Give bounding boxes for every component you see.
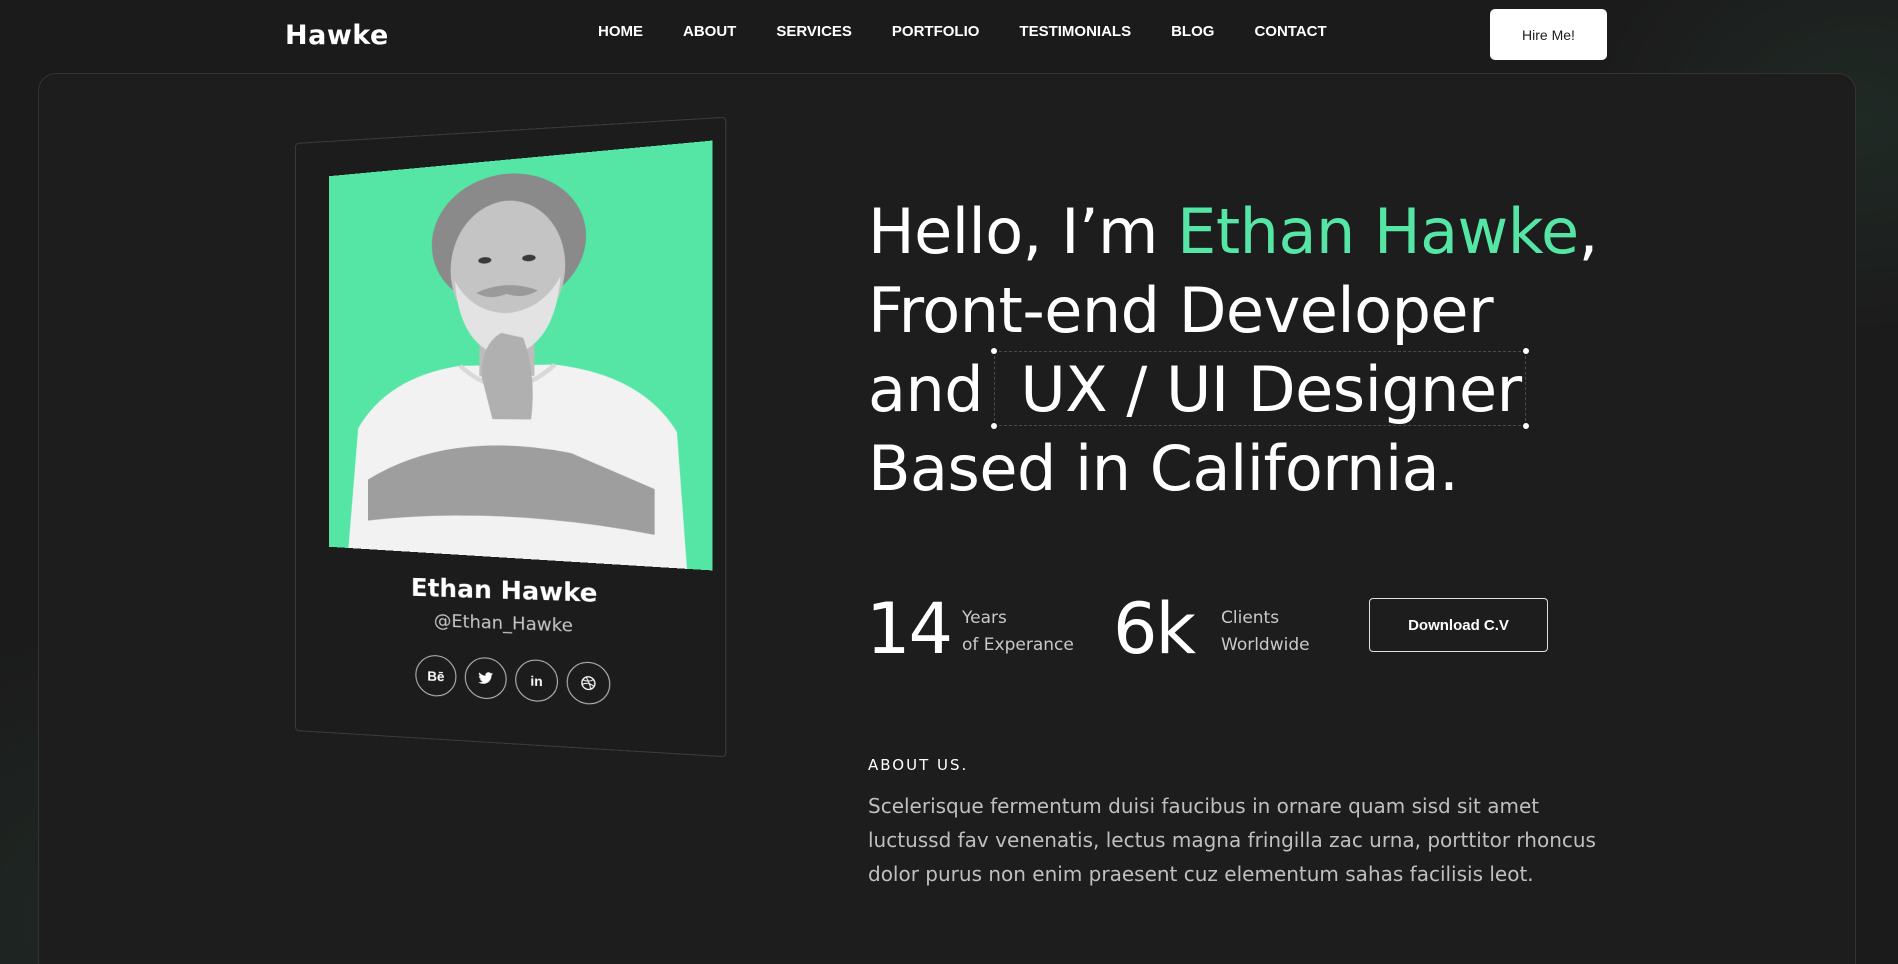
selection-handle bbox=[1523, 348, 1529, 354]
dribbble-icon[interactable] bbox=[567, 661, 611, 706]
behance-icon[interactable]: Bē bbox=[415, 654, 456, 697]
headline-line-1: Hello, I’m Ethan Hawke, bbox=[868, 192, 1628, 271]
nav-home[interactable]: HOME bbox=[598, 22, 643, 42]
site-logo[interactable]: Hawke bbox=[285, 20, 389, 51]
selection-handle bbox=[1523, 423, 1529, 429]
stat-clients-label-1: Clients bbox=[1221, 605, 1310, 632]
profile-card-frame: Ethan Hawke @Ethan_Hawke Bē in bbox=[295, 117, 726, 758]
stat-clients-label-2: Worldwide bbox=[1221, 632, 1310, 659]
stat-years-label-1: Years bbox=[962, 605, 1074, 632]
headline-greeting: Hello, I’m bbox=[868, 195, 1177, 268]
portrait-illustration bbox=[329, 141, 712, 571]
hire-me-button[interactable]: Hire Me! bbox=[1490, 9, 1607, 60]
stat-clients-label: Clients Worldwide bbox=[1221, 605, 1310, 659]
nav-services[interactable]: SERVICES bbox=[776, 22, 852, 42]
site-header: Hawke HOME ABOUT SERVICES PORTFOLIO TEST… bbox=[0, 0, 1898, 72]
headline-and: and bbox=[868, 353, 983, 426]
selection-handle bbox=[991, 348, 997, 354]
stat-years-label: Years of Experance bbox=[962, 605, 1074, 659]
download-cv-button[interactable]: Download C.V bbox=[1369, 598, 1548, 652]
profile-handle: @Ethan_Hawke bbox=[296, 606, 728, 643]
profile-name: Ethan Hawke bbox=[296, 570, 728, 612]
profile-card: Ethan Hawke @Ethan_Hawke Bē in bbox=[295, 143, 703, 731]
stat-years-value: 14 bbox=[866, 594, 951, 664]
headline-line-4: Based in California. bbox=[868, 429, 1628, 508]
social-links: Bē in bbox=[415, 654, 610, 705]
selection-frame bbox=[994, 351, 1526, 426]
nav-testimonials[interactable]: TESTIMONIALS bbox=[1019, 22, 1131, 42]
main-nav: HOME ABOUT SERVICES PORTFOLIO TESTIMONIA… bbox=[598, 22, 1367, 42]
nav-portfolio[interactable]: PORTFOLIO bbox=[892, 22, 980, 42]
profile-photo bbox=[329, 141, 712, 571]
linkedin-icon[interactable]: in bbox=[515, 659, 558, 703]
selection-handle bbox=[991, 423, 997, 429]
nav-contact[interactable]: CONTACT bbox=[1254, 22, 1326, 42]
stat-years-label-2: of Experance bbox=[962, 632, 1074, 659]
twitter-icon[interactable] bbox=[465, 656, 507, 700]
headline-line-2: Front-end Developer bbox=[868, 271, 1628, 350]
hero-headline: Hello, I’m Ethan Hawke, Front-end Develo… bbox=[868, 192, 1628, 508]
nav-about[interactable]: ABOUT bbox=[683, 22, 736, 42]
headline-comma: , bbox=[1579, 195, 1598, 268]
headline-name: Ethan Hawke bbox=[1177, 195, 1578, 268]
about-title: ABOUT US. bbox=[868, 756, 968, 774]
nav-blog[interactable]: BLOG bbox=[1171, 22, 1214, 42]
about-text: Scelerisque fermentum duisi faucibus in … bbox=[868, 789, 1598, 891]
stat-clients-value: 6k bbox=[1113, 594, 1194, 664]
